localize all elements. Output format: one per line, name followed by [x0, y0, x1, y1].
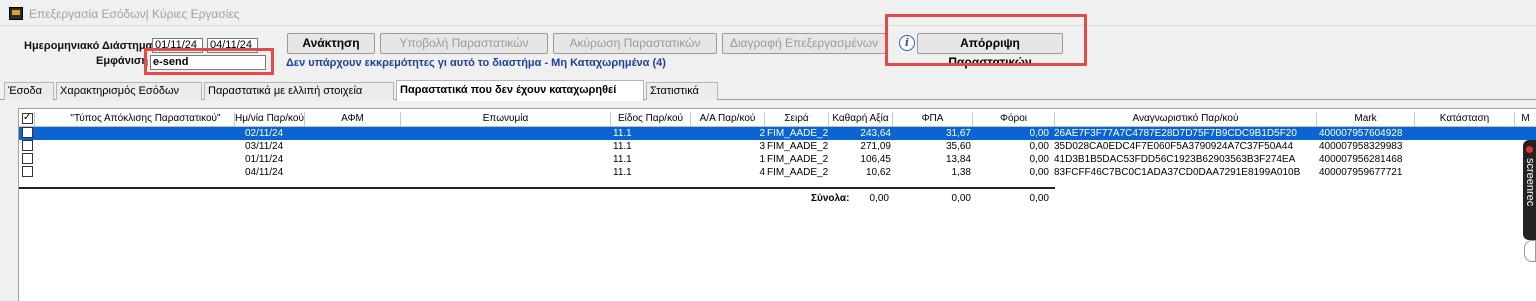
- tab-unregistered-documents[interactable]: Παραστατικά που δεν έχουν καταχωρηθεί: [396, 80, 644, 101]
- recorder-handle[interactable]: [1524, 240, 1536, 262]
- cell-mark: 400007959677721: [1319, 167, 1403, 178]
- row-checkbox[interactable]: [22, 127, 33, 138]
- col-name[interactable]: Επωνυμία: [401, 112, 611, 126]
- highlight-display-field: [144, 48, 274, 75]
- totals-vat: 0,00: [951, 193, 971, 204]
- cell-doc-number: 1: [759, 154, 765, 165]
- col-vat[interactable]: ΦΠΑ: [893, 112, 973, 126]
- cell-net-value: 10,62: [865, 167, 891, 178]
- status-message: Δεν υπάρχουν εκκρεμότητες γι αυτό το δια…: [286, 57, 666, 69]
- totals-net: 0,00: [869, 193, 889, 204]
- cell-taxes: 0,00: [1029, 154, 1049, 165]
- title-bar: Επεξεργασία Εσόδων| Κύριες Εργασίες: [0, 0, 1536, 26]
- col-document-id[interactable]: Αναγνωριστικό Παρ/κού: [1055, 112, 1317, 126]
- cell-vat: 13,84: [945, 154, 971, 165]
- cell-series: FIM_AADE_2: [767, 128, 829, 139]
- retrieve-button[interactable]: Ανάκτηση: [287, 33, 375, 54]
- row-checkbox[interactable]: [22, 166, 33, 177]
- screen-recorder-widget[interactable]: screenrec: [1523, 140, 1536, 240]
- cell-net-value: 106,45: [860, 154, 891, 165]
- cell-document-id: 41D3B1B5DAC53FDD56C1923B62903563B3F274EA: [1054, 154, 1296, 165]
- cell-taxes: 0,00: [1029, 141, 1049, 152]
- cell-doc-type: 11.1: [613, 128, 632, 139]
- select-all-checkbox[interactable]: [22, 112, 33, 124]
- cell-net-value: 271,09: [860, 141, 891, 152]
- app-icon: [9, 7, 23, 20]
- cell-date: 01/11/24: [245, 154, 284, 165]
- cell-doc-type: 11.1: [613, 167, 632, 178]
- cell-net-value: 243,64: [860, 128, 891, 139]
- col-net-value[interactable]: Καθαρή Αξία: [829, 112, 893, 126]
- col-m[interactable]: M: [1515, 112, 1536, 126]
- cell-vat: 31,67: [945, 128, 971, 139]
- select-all-header[interactable]: [21, 112, 35, 126]
- cell-mark: 400007957604928: [1319, 128, 1403, 139]
- window-title: Επεξεργασία Εσόδων| Κύριες Εργασίες: [29, 7, 240, 21]
- cell-document-id: 26AE7F3F77A7C4787E28D7D75F7B9CDC9B1D5F20: [1054, 128, 1297, 139]
- col-taxes[interactable]: Φόροι: [973, 112, 1055, 126]
- totals-taxes: 0,00: [1029, 193, 1049, 204]
- cell-doc-type: 11.1: [613, 154, 632, 165]
- cell-series: FIM_AADE_2: [767, 141, 829, 152]
- documents-grid: "Τύπος Απόκλισης Παραστατικού" Ημ/νία Πα…: [18, 108, 1536, 301]
- cell-series: FIM_AADE_2: [767, 154, 829, 165]
- cell-mark: 400007956281468: [1319, 154, 1403, 165]
- delete-processed-button[interactable]: Διαγραφή Επεξεργασμένων: [722, 33, 886, 54]
- col-series[interactable]: Σειρά: [765, 112, 829, 126]
- cell-taxes: 0,00: [1029, 167, 1049, 178]
- submit-documents-button[interactable]: Υποβολή Παραστατικών: [380, 33, 548, 54]
- col-date[interactable]: Ημ/νία Παρ/κού: [235, 112, 305, 126]
- cell-document-id: 35D028CA0EDC4F7E060F5A3790924A7C37F50A44: [1054, 141, 1294, 152]
- cell-date: 04/11/24: [245, 167, 284, 178]
- highlight-reject-button: [885, 14, 1087, 66]
- cell-document-id: 83FCFF46C7BC0C1ADA37CD0DAA7291E8199A010B: [1054, 167, 1301, 178]
- cell-taxes: 0,00: [1029, 128, 1049, 139]
- cell-doc-type: 11.1: [613, 141, 632, 152]
- table-row[interactable]: 03/11/24 11.1 3 FIM_AADE_2 271,09 35,60 …: [19, 140, 1536, 153]
- col-discrepancy-type[interactable]: "Τύπος Απόκλισης Παραστατικού": [57, 112, 235, 126]
- date-range-label: Ημερομηνιακό Διάστημα: [24, 40, 153, 52]
- display-label: Εμφάνιση: [96, 55, 149, 67]
- col-mark[interactable]: Mark: [1317, 112, 1415, 126]
- tab-income[interactable]: Έσοδα: [4, 82, 54, 100]
- cell-doc-number: 3: [759, 141, 765, 152]
- tab-incomplete-documents[interactable]: Παραστατικά με ελλιπή στοιχεία: [204, 82, 394, 100]
- tab-bar: Έσοδα Χαρακτηρισμός Εσόδων Παραστατικά μ…: [0, 80, 1536, 101]
- row-checkbox[interactable]: [22, 140, 33, 151]
- cell-doc-number: 2: [759, 128, 765, 139]
- cell-doc-number: 4: [759, 167, 765, 178]
- tab-income-characterization[interactable]: Χαρακτηρισμός Εσόδων: [56, 82, 202, 100]
- col-doc-type[interactable]: Είδος Παρ/κού: [611, 112, 691, 126]
- cell-date: 02/11/24: [245, 128, 284, 139]
- table-row[interactable]: 02/11/24 11.1 2 FIM_AADE_2 243,64 31,67 …: [19, 127, 1536, 140]
- cell-date: 03/11/24: [245, 141, 284, 152]
- cell-vat: 1,38: [951, 167, 971, 178]
- cell-series: FIM_AADE_2: [767, 167, 829, 178]
- cancel-documents-button[interactable]: Ακύρωση Παραστατικών: [553, 33, 717, 54]
- recorder-label: screenrec: [1524, 158, 1536, 207]
- col-doc-number[interactable]: Α/Α Παρ/κού: [691, 112, 765, 126]
- row-checkbox[interactable]: [22, 153, 33, 164]
- table-row[interactable]: 01/11/24 11.1 1 FIM_AADE_2 106,45 13,84 …: [19, 153, 1536, 166]
- col-status[interactable]: Κατάσταση: [1415, 112, 1515, 126]
- totals-divider: [19, 187, 1055, 189]
- tab-statistics[interactable]: Στατιστικά: [646, 82, 718, 100]
- cell-mark: 400007958329983: [1319, 141, 1403, 152]
- cell-vat: 35,60: [945, 141, 971, 152]
- col-vat-number[interactable]: ΑΦΜ: [305, 112, 401, 126]
- record-icon: [1526, 146, 1533, 153]
- table-row[interactable]: 04/11/24 11.1 4 FIM_AADE_2 10,62 1,38 0,…: [19, 166, 1536, 179]
